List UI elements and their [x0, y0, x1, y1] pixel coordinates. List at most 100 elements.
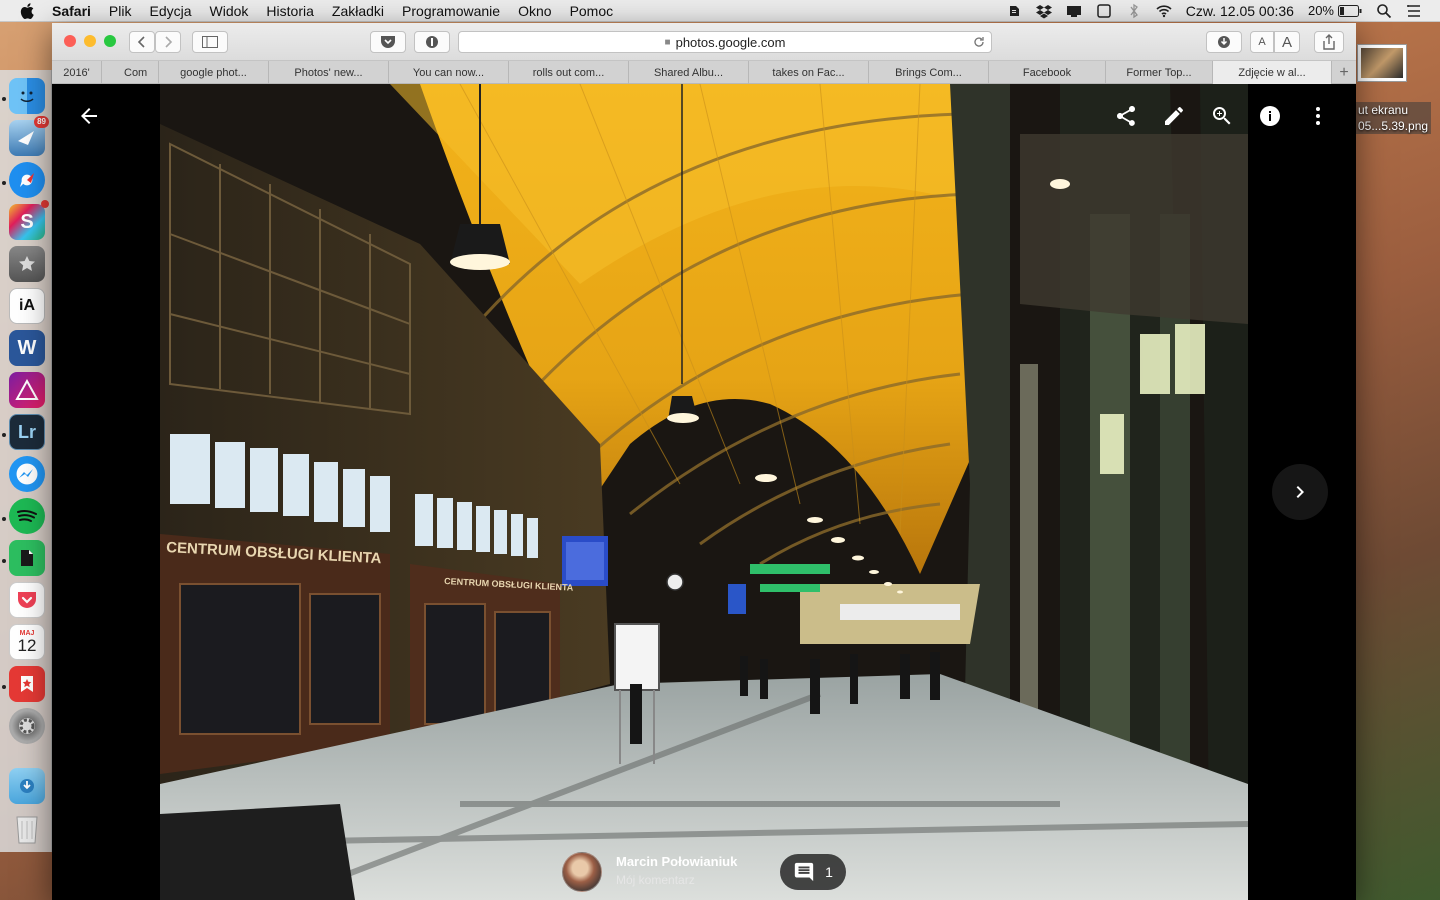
running-indicator — [2, 97, 6, 101]
menu-pomoc[interactable]: Pomoc — [570, 3, 614, 19]
ia-writer-letters: iA — [19, 297, 35, 314]
forward-button[interactable] — [155, 31, 181, 53]
menu-historia[interactable]: Historia — [266, 3, 313, 19]
menu-okno[interactable]: Okno — [518, 3, 551, 19]
tab-takes-on-facebook[interactable]: takes on Fac... — [749, 61, 869, 84]
zoom-window-button[interactable] — [104, 35, 116, 47]
menu-edycja[interactable]: Edycja — [149, 3, 191, 19]
calendar-day: 12 — [17, 636, 37, 655]
back-to-album-button[interactable] — [73, 100, 105, 132]
back-button[interactable] — [129, 31, 155, 53]
author-name: Marcin Połowianiuk — [616, 854, 738, 869]
affinity-photo-icon[interactable] — [9, 372, 45, 408]
pocket-extension-button[interactable] — [370, 31, 406, 53]
tab-com[interactable]: Com — [102, 61, 159, 84]
more-options-button[interactable] — [1302, 100, 1334, 132]
sync-tray-icon[interactable] — [1066, 3, 1082, 19]
tab-shared-albums[interactable]: Shared Albu... — [629, 61, 749, 84]
apple-icon[interactable] — [18, 1, 38, 21]
running-indicator — [2, 433, 6, 437]
tab-brings-com[interactable]: Brings Com... — [869, 61, 989, 84]
mail-icon[interactable]: 89 — [9, 116, 49, 156]
running-indicator — [2, 181, 6, 185]
menu-plik[interactable]: Plik — [109, 3, 132, 19]
battery-icon[interactable] — [1338, 4, 1362, 17]
dropbox-tray-icon[interactable] — [1035, 3, 1052, 19]
tab-you-can-now[interactable]: You can now... — [389, 61, 509, 84]
comment-count: 1 — [825, 864, 833, 880]
window-tray-icon[interactable] — [1096, 3, 1112, 19]
tab-bar: 2016' Com google phot... Photos' new... … — [52, 61, 1356, 84]
photo-image: CENTRUM OBSŁUGI KLIENTA CENTRUM OBSŁUGI … — [160, 84, 1248, 900]
slack-icon[interactable]: S — [9, 200, 49, 240]
lightroom-icon[interactable]: Lr — [9, 414, 45, 450]
sidebar-toggle-button[interactable] — [192, 31, 228, 53]
text-larger-button[interactable]: A — [1274, 31, 1300, 53]
menubar-clock[interactable]: Czw. 12.05 00:36 — [1186, 3, 1294, 19]
edit-photo-button[interactable] — [1158, 100, 1190, 132]
downloads-folder-icon[interactable] — [9, 768, 45, 804]
system-preferences-icon[interactable] — [9, 708, 45, 744]
tab-2016[interactable]: 2016' — [52, 61, 102, 84]
downloads-button[interactable] — [1206, 31, 1242, 53]
battery-percent[interactable]: 20% — [1308, 3, 1334, 18]
calendar-icon[interactable]: MAJ 12 — [9, 624, 45, 660]
bluetooth-icon[interactable] — [1126, 3, 1142, 19]
chevron-right-icon — [1296, 486, 1304, 498]
shield-icon — [426, 36, 438, 48]
tab-facebook[interactable]: Facebook — [989, 61, 1106, 84]
finder-icon[interactable] — [9, 78, 45, 114]
minimize-window-button[interactable] — [84, 35, 96, 47]
menu-programowanie[interactable]: Programowanie — [402, 3, 500, 19]
address-bar[interactable]: ■ photos.google.com — [458, 31, 992, 53]
messenger-icon[interactable] — [9, 456, 45, 492]
safari-icon[interactable] — [9, 162, 45, 198]
share-button[interactable] — [1314, 31, 1344, 53]
close-window-button[interactable] — [64, 35, 76, 47]
pencil-icon — [1165, 107, 1183, 125]
trash-icon[interactable] — [9, 810, 45, 846]
share-photo-button[interactable] — [1110, 100, 1142, 132]
zoom-in-icon — [1213, 107, 1231, 125]
notification-center-icon[interactable] — [1406, 3, 1422, 19]
train-station-photo: CENTRUM OBSŁUGI KLIENTA CENTRUM OBSŁUGI … — [160, 84, 1248, 900]
text-smaller-button[interactable]: A — [1250, 31, 1274, 53]
tab-former-top[interactable]: Former Top... — [1106, 61, 1213, 84]
running-indicator — [2, 517, 6, 521]
menu-zakladki[interactable]: Zakładki — [332, 3, 384, 19]
tab-rolls-out[interactable]: rolls out com... — [509, 61, 629, 84]
new-tab-button[interactable]: + — [1332, 61, 1356, 84]
spotify-icon[interactable] — [9, 498, 45, 534]
file-name-line1: ut ekranu — [1355, 102, 1432, 118]
menu-app-safari[interactable]: Safari — [52, 3, 91, 19]
file-name: ut ekranu 05...5.39.png — [1355, 102, 1432, 134]
tab-photos-new[interactable]: Photos' new... — [269, 61, 389, 84]
ia-writer-icon[interactable]: iA — [9, 288, 45, 324]
comments-button[interactable]: 1 — [780, 854, 846, 890]
menu-widok[interactable]: Widok — [210, 3, 249, 19]
lock-icon: ■ — [664, 36, 671, 48]
tab-google-photos[interactable]: google phot... — [159, 61, 269, 84]
evernote-icon[interactable] — [9, 540, 45, 576]
wunderlist-icon[interactable] — [9, 666, 45, 702]
tab-zdjecie-active[interactable]: Zdjęcie w al... — [1213, 61, 1332, 84]
pocket-icon — [381, 36, 395, 48]
running-indicator — [2, 685, 6, 689]
share-icon — [1323, 34, 1335, 50]
wifi-icon[interactable] — [1156, 3, 1172, 19]
word-icon[interactable]: W — [9, 330, 45, 366]
zoom-photo-button[interactable] — [1206, 100, 1238, 132]
comment-icon — [794, 862, 814, 882]
browser-toolbar: ■ photos.google.com A A — [52, 23, 1356, 61]
chevron-right-icon — [165, 36, 173, 48]
dock: 89 S iA W Lr MAJ 12 — [0, 70, 52, 852]
avatar[interactable] — [562, 852, 602, 892]
evernote-tray-icon[interactable] — [1006, 3, 1022, 19]
app-star-icon[interactable] — [9, 246, 45, 282]
info-button[interactable] — [1254, 100, 1286, 132]
reload-icon[interactable] — [973, 36, 985, 48]
ghostery-extension-button[interactable] — [414, 31, 450, 53]
next-photo-button[interactable] — [1272, 464, 1328, 520]
pocket-icon[interactable] — [9, 582, 45, 618]
spotlight-search-icon[interactable] — [1376, 3, 1392, 19]
